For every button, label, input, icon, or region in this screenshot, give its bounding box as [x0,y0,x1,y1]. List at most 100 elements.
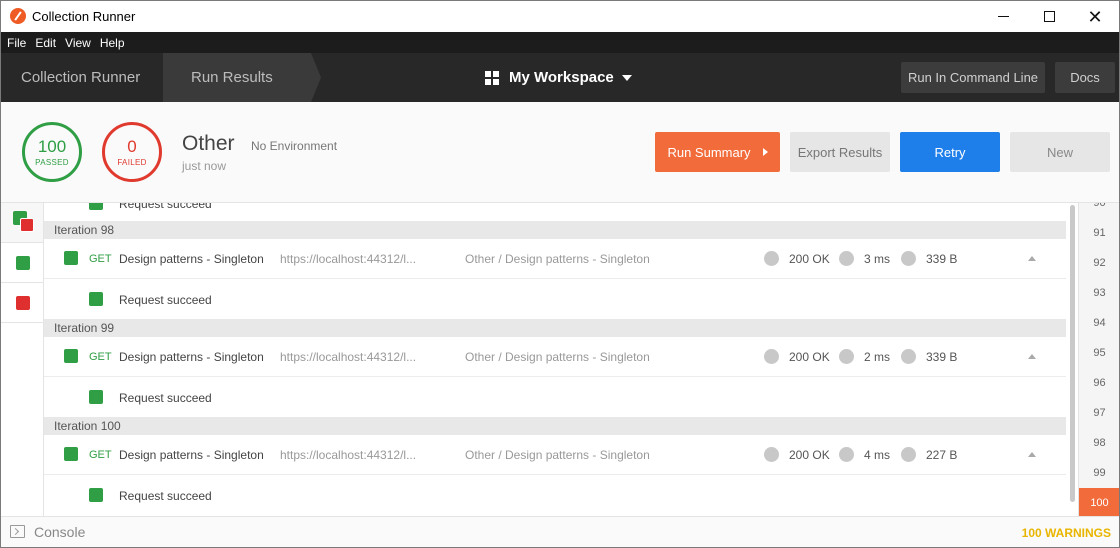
size-dot-icon [901,447,916,462]
collapse-caret-icon[interactable] [1028,354,1036,359]
breadcrumb-collection-runner[interactable]: Collection Runner [1,53,163,102]
iteration-number[interactable]: 95 [1079,338,1119,368]
filter-failed[interactable] [1,283,43,323]
iteration-number-active[interactable]: 100 [1079,488,1119,516]
test-pass-icon [89,203,103,210]
request-path: Other / Design patterns - Singleton [465,252,650,266]
caret-right-icon [762,148,768,156]
scrollbar-thumb[interactable] [1070,205,1075,502]
iteration-number[interactable]: 92 [1079,248,1119,278]
minimize-button[interactable] [980,1,1026,32]
test-name: Request succeed [119,489,212,503]
response-size: 339 B [926,252,958,266]
filter-passed[interactable] [1,243,43,283]
menu-view[interactable]: View [65,36,91,50]
run-timestamp: just now [182,159,227,173]
status-dot-icon [764,251,779,266]
filter-all[interactable] [1,203,43,243]
iteration-number[interactable]: 98 [1079,428,1119,458]
test-result-row: Request succeed [44,377,1066,417]
response-status: 200 OK [789,350,830,364]
run-in-command-line-button[interactable]: Run In Command Line [901,62,1045,93]
minimize-icon [997,16,1009,17]
retry-button[interactable]: Retry [900,132,1000,172]
chevron-down-icon [621,74,632,81]
status-footer: Console 100 WARNINGS [1,516,1119,547]
results-scrollbar[interactable] [1068,203,1078,516]
test-pass-icon [89,292,103,306]
maximize-button[interactable] [1026,1,1072,32]
breadcrumb-run-results[interactable]: Run Results [163,53,321,102]
request-pass-icon [64,447,78,461]
passed-count: 100 [37,136,67,156]
request-row[interactable]: GET Design patterns - Singleton https://… [44,435,1066,475]
time-dot-icon [839,447,854,462]
iteration-header: Iteration 99 [44,319,1066,337]
request-path: Other / Design patterns - Singleton [465,448,650,462]
request-name: Design patterns - Singleton [119,350,264,364]
workspace-grid-icon [485,70,499,85]
request-row[interactable]: GET Design patterns - Singleton https://… [44,337,1066,377]
console-icon[interactable] [10,525,25,538]
iteration-number[interactable]: 91 [1079,218,1119,248]
run-summary-bar: 100 PASSED 0 FAILED Other No Environment… [1,102,1119,203]
response-size: 227 B [926,448,958,462]
failed-label: FAILED [117,157,147,167]
passed-label: PASSED [35,157,69,167]
environment-name: No Environment [251,139,338,153]
response-time: 4 ms [864,448,891,462]
iteration-number[interactable]: 93 [1079,278,1119,308]
collection-runner-window: Collection Runner ✕ File Edit View Help … [0,0,1120,548]
run-summary-button[interactable]: Run Summary [655,132,780,172]
iteration-number[interactable]: 99 [1079,458,1119,488]
time-dot-icon [839,349,854,364]
title-bar: Collection Runner ✕ [1,1,1119,32]
passed-count-badge: 100 PASSED [22,122,82,182]
iteration-number[interactable]: 94 [1079,308,1119,338]
response-time: 3 ms [864,252,891,266]
iteration-number[interactable]: 96 [1079,368,1119,398]
menu-file[interactable]: File [7,36,26,50]
result-filter-column [1,203,44,516]
failed-square-icon [20,218,34,232]
request-url: https://localhost:44312/l... [280,252,417,266]
passed-square-icon [16,256,30,270]
export-results-button[interactable]: Export Results [790,132,890,172]
time-dot-icon [839,251,854,266]
failed-square-icon [16,296,30,310]
workspace-switcher[interactable]: My Workspace [485,53,632,102]
test-result-row: Request succeed [44,203,1066,223]
response-status: 200 OK [789,252,830,266]
request-method: GET [89,449,112,461]
test-pass-icon [89,488,103,502]
failed-count: 0 [127,136,137,156]
response-status: 200 OK [789,448,830,462]
menu-edit[interactable]: Edit [35,36,56,50]
console-button[interactable]: Console [34,524,85,540]
test-result-row: Request succeed [44,279,1066,319]
test-pass-icon [89,390,103,404]
request-url: https://localhost:44312/l... [280,350,417,364]
request-name: Design patterns - Singleton [119,252,264,266]
failed-count-badge: 0 FAILED [102,122,162,182]
request-path: Other / Design patterns - Singleton [465,350,650,364]
run-summary-label: Run Summary [667,144,751,160]
status-dot-icon [764,349,779,364]
request-row[interactable]: GET Design patterns - Singleton https://… [44,239,1066,279]
docs-button[interactable]: Docs [1055,62,1115,93]
status-dot-icon [764,447,779,462]
iteration-header: Iteration 98 [44,221,1066,239]
new-button[interactable]: New [1010,132,1110,172]
iteration-number[interactable]: 97 [1079,398,1119,428]
maximize-icon [1043,11,1055,22]
collapse-caret-icon[interactable] [1028,452,1036,457]
close-button[interactable]: ✕ [1072,1,1118,32]
menu-help[interactable]: Help [100,36,125,50]
results-list: Request succeed Iteration 98 GET Design … [44,203,1068,516]
iteration-number[interactable]: 90 [1079,203,1119,218]
window-title: Collection Runner [32,9,136,24]
warnings-count[interactable]: 100 WARNINGS [1022,526,1111,540]
request-pass-icon [64,251,78,265]
test-name: Request succeed [119,391,212,405]
collapse-caret-icon[interactable] [1028,256,1036,261]
